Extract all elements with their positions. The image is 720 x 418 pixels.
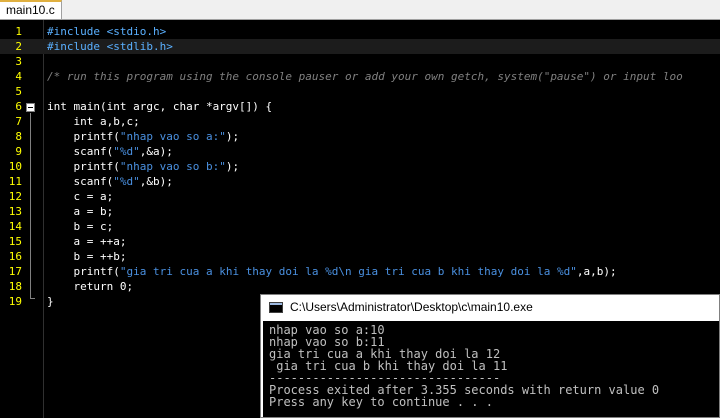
line-number: 2 [15, 40, 22, 53]
code-line[interactable]: 17 printf("gia tri cua a khi thay doi la… [0, 264, 720, 279]
code-token: ,&a); [139, 145, 173, 158]
code-line[interactable]: 1 #include <stdio.h> [0, 24, 720, 39]
fold-guide-line [30, 113, 31, 299]
code-token: scanf( [47, 175, 114, 188]
code-token: } [47, 295, 54, 308]
console-title: C:\Users\Administrator\Desktop\c\main10.… [290, 300, 533, 314]
code-token: a = ++a; [47, 235, 127, 248]
code-line[interactable]: 9 scanf("%d",&a); [0, 144, 720, 159]
code-line[interactable]: 5 [0, 84, 720, 99]
code-token: #include <stdlib.h> [47, 40, 173, 53]
code-token: "gia tri cua a khi thay doi la %d\n gia … [119, 265, 577, 278]
code-token: int main(int argc, char *argv[]) { [47, 100, 273, 113]
code-token: #include <stdio.h> [47, 25, 167, 38]
console-title-bar[interactable]: C:\Users\Administrator\Desktop\c\main10.… [261, 295, 719, 320]
line-number: 17 [8, 265, 22, 278]
code-token: printf( [47, 265, 120, 278]
code-text: } [47, 294, 54, 309]
tab-main10-c[interactable]: main10.c [0, 0, 62, 19]
code-text: int a,b,c; [47, 114, 140, 129]
code-line[interactable]: 18 return 0; [0, 279, 720, 294]
line-number: 19 [8, 295, 22, 308]
code-token: scanf( [47, 145, 114, 158]
fold-collapse-icon[interactable] [26, 103, 35, 112]
code-token: a = b; [47, 205, 114, 218]
line-number: 4 [15, 70, 22, 83]
code-line[interactable]: 7 int a,b,c; [0, 114, 720, 129]
code-text: printf("gia tri cua a khi thay doi la %d… [47, 264, 617, 279]
line-number: 6 [15, 100, 22, 113]
console-window[interactable]: C:\Users\Administrator\Desktop\c\main10.… [260, 294, 720, 418]
line-number: 13 [8, 205, 22, 218]
code-token: int a,b,c; [47, 115, 140, 128]
code-line[interactable]: 14 b = c; [0, 219, 720, 234]
code-text: scanf("%d",&b); [47, 174, 173, 189]
code-line[interactable]: 10 printf("nhap vao so b:"); [0, 159, 720, 174]
code-text: int main(int argc, char *argv[]) { [47, 99, 272, 114]
code-token: b = c; [47, 220, 114, 233]
code-token: printf( [47, 130, 120, 143]
console-output[interactable]: nhap vao so a:10 nhap vao so b:11 gia tri … [263, 321, 719, 417]
line-number: 5 [15, 85, 22, 98]
tab-label: main10.c [6, 3, 55, 17]
line-number: 10 [8, 160, 22, 173]
tab-bar: main10.c [0, 0, 720, 20]
console-app-icon [269, 302, 283, 313]
line-number: 7 [15, 115, 22, 128]
line-number: 14 [8, 220, 22, 233]
code-token: /* run this program using the console pa… [47, 70, 683, 83]
code-token: "%d" [113, 145, 140, 158]
code-text: /* run this program using the console pa… [47, 69, 683, 84]
code-line[interactable]: 3 [0, 54, 720, 69]
code-text: #include <stdlib.h> [47, 39, 173, 54]
code-line[interactable]: 4 /* run this program using the console p… [0, 69, 720, 84]
code-text: printf("nhap vao so b:"); [47, 159, 239, 174]
code-text: #include <stdio.h> [47, 24, 166, 39]
code-line[interactable]: 6 int main(int argc, char *argv[]) { [0, 99, 720, 114]
code-token: ); [225, 130, 240, 143]
line-number: 15 [8, 235, 22, 248]
code-text: a = b; [47, 204, 113, 219]
code-token: ,&b); [139, 175, 173, 188]
code-token: "%d" [113, 175, 140, 188]
line-number: 18 [8, 280, 22, 293]
line-number: 9 [15, 145, 22, 158]
code-text: a = ++a; [47, 234, 126, 249]
code-line[interactable]: 13 a = b; [0, 204, 720, 219]
console-line: Press any key to continue . . . [269, 395, 493, 409]
code-line[interactable]: 2 #include <stdlib.h> [0, 39, 720, 54]
code-text: printf("nhap vao so a:"); [47, 129, 239, 144]
code-text: return 0; [47, 279, 133, 294]
code-text: b = ++b; [47, 249, 126, 264]
line-number: 12 [8, 190, 22, 203]
code-token: ,a,b); [576, 265, 617, 278]
code-token: return 0; [47, 280, 134, 293]
line-number: 8 [15, 130, 22, 143]
code-line[interactable]: 8 printf("nhap vao so a:"); [0, 129, 720, 144]
code-text: c = a; [47, 189, 113, 204]
line-number: 11 [8, 175, 22, 188]
code-token: "nhap vao so a:" [119, 130, 226, 143]
line-number: 1 [15, 25, 22, 38]
fold-guide-end [30, 298, 35, 299]
code-token: printf( [47, 160, 120, 173]
line-number: 16 [8, 250, 22, 263]
line-number: 3 [15, 55, 22, 68]
code-token: "nhap vao so b:" [119, 160, 226, 173]
code-token: b = ++b; [47, 250, 127, 263]
code-token: ); [225, 160, 240, 173]
code-token: c = a; [47, 190, 114, 203]
code-line[interactable]: 12 c = a; [0, 189, 720, 204]
code-line[interactable]: 16 b = ++b; [0, 249, 720, 264]
code-text: scanf("%d",&a); [47, 144, 173, 159]
code-line[interactable]: 15 a = ++a; [0, 234, 720, 249]
code-line[interactable]: 11 scanf("%d",&b); [0, 174, 720, 189]
code-text: b = c; [47, 219, 113, 234]
